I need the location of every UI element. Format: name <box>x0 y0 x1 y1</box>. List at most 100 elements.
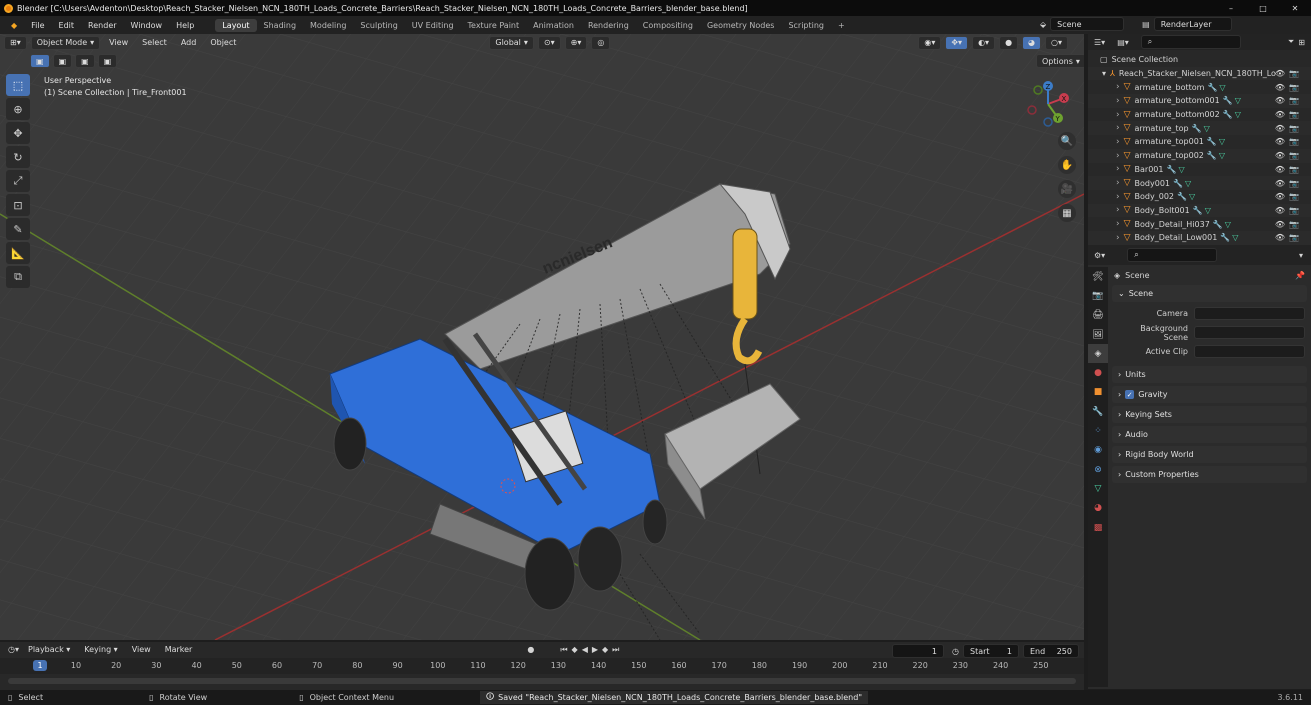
frame-ruler[interactable]: 10 20 30 40 50 60 70 80 90 100 110 120 130 140 150 160 1… <box>0 658 1084 674</box>
outliner-search-input[interactable]: ⌕ <box>1140 35 1241 49</box>
visibility-icon[interactable]: 👁📷 <box>1275 179 1303 188</box>
tab-layout[interactable]: Layout <box>215 18 257 32</box>
menu-playback[interactable]: Playback ▾ <box>23 645 75 654</box>
options-dropdown[interactable]: Options ▾ <box>1036 54 1084 68</box>
minimize-button[interactable]: – <box>1215 4 1247 13</box>
visibility-icon[interactable]: 👁📷 <box>1275 151 1303 160</box>
visibility-icon[interactable]: 👁📷 <box>1275 69 1303 78</box>
expand-chevron-icon[interactable]: › <box>1116 82 1120 92</box>
jump-start-icon[interactable]: ⏮ <box>560 645 567 655</box>
scene-collection-row[interactable]: ▢ Scene Collection <box>1088 53 1311 67</box>
menu-timeline-view[interactable]: View <box>127 645 156 654</box>
visibility-icon[interactable]: ◉▾ <box>918 35 942 50</box>
clock-icon[interactable]: ◷ <box>952 647 959 656</box>
expand-chevron-icon[interactable]: › <box>1116 178 1120 188</box>
menu-view[interactable]: View <box>104 38 133 47</box>
scene-name-field[interactable]: Scene <box>1050 17 1125 31</box>
expand-chevron-icon[interactable]: › <box>1116 151 1120 161</box>
custom-properties-panel[interactable]: › Custom Properties <box>1112 466 1307 483</box>
maximize-button[interactable]: □ <box>1247 4 1279 13</box>
chevron-down-icon[interactable]: ▾ <box>1299 251 1303 260</box>
cursor-icon[interactable]: ⊕ <box>6 98 30 120</box>
expand-chevron-icon[interactable]: › <box>1116 219 1120 229</box>
transform-icon[interactable]: ⊡ <box>6 194 30 216</box>
prev-keyframe-icon[interactable]: ◆ <box>572 645 578 654</box>
timeline-editor-icon[interactable]: ◷▾ <box>8 645 19 654</box>
expand-chevron-icon[interactable]: › <box>1116 123 1120 133</box>
annotate-icon[interactable]: ✎ <box>6 218 30 240</box>
properties-search-input[interactable]: ⌕ <box>1127 248 1218 262</box>
menu-object[interactable]: Object <box>205 38 241 47</box>
properties-editor-icon[interactable]: ⚙▾ <box>1094 251 1105 260</box>
gravity-panel[interactable]: › ✓ Gravity <box>1112 386 1307 403</box>
outliner-item[interactable]: › ▽ armature_bottom002 🔧 ▽ 👁📷 <box>1088 108 1311 122</box>
select-extend-icon[interactable]: ▣ <box>52 54 73 68</box>
orientation-dropdown[interactable]: Global ▾ <box>489 35 534 50</box>
outliner-item[interactable]: › ▽ Body_Bolt001 🔧 ▽ 👁📷 <box>1088 203 1311 218</box>
object-tab-icon[interactable]: ■ <box>1088 383 1108 402</box>
scene-tab-icon[interactable]: ◈ <box>1088 344 1108 364</box>
shading-rendered-icon[interactable]: ○▾ <box>1045 35 1069 50</box>
tab-uv-editing[interactable]: UV Editing <box>405 19 461 32</box>
filter-icon[interactable]: ⏷ <box>1288 37 1294 47</box>
blender-menu-icon[interactable]: ◆ <box>4 21 24 30</box>
3d-viewport[interactable]: ncnielsen ⊞▾ Object Mode ▾ View Select A… <box>0 34 1084 640</box>
expand-chevron-icon[interactable]: › <box>1116 96 1120 106</box>
tab-geometry-nodes[interactable]: Geometry Nodes <box>700 19 781 32</box>
outliner-item[interactable]: › ▽ armature_top001 🔧 ▽ 👁📷 <box>1088 135 1311 149</box>
particles-tab-icon[interactable]: ⁘ <box>1088 421 1108 440</box>
pin-icon[interactable]: 📌 <box>1295 271 1305 280</box>
record-icon[interactable]: ● <box>527 645 534 654</box>
select-invert-icon[interactable]: ▣ <box>97 54 118 68</box>
tab-compositing[interactable]: Compositing <box>636 19 700 32</box>
tool-tab-icon[interactable]: 🛠 <box>1088 267 1108 286</box>
display-mode-icon[interactable]: ▤▾ <box>1117 38 1129 47</box>
visibility-icon[interactable]: 👁📷 <box>1275 96 1303 105</box>
timeline-scrollbar[interactable] <box>8 678 1076 684</box>
navigation-gizmo[interactable]: X Y Z <box>1024 78 1072 128</box>
tab-rendering[interactable]: Rendering <box>581 19 636 32</box>
tab-texture-paint[interactable]: Texture Paint <box>461 19 527 32</box>
data-tab-icon[interactable]: ▽ <box>1088 479 1108 498</box>
menu-help[interactable]: Help <box>169 21 201 30</box>
expand-chevron-icon[interactable]: › <box>1116 192 1120 202</box>
modifier-tab-icon[interactable]: 🔧 <box>1088 402 1108 421</box>
output-tab-icon[interactable]: 🖨 <box>1088 306 1108 325</box>
new-collection-icon[interactable]: ⊞ <box>1298 38 1305 47</box>
visibility-icon[interactable]: 👁📷 <box>1275 233 1303 242</box>
outliner-item[interactable]: › ▽ armature_bottom001 🔧 ▽ 👁📷 <box>1088 94 1311 108</box>
jump-end-icon[interactable]: ⏭ <box>612 645 619 655</box>
shading-material-icon[interactable]: ◕ <box>1022 35 1042 50</box>
close-button[interactable]: ✕ <box>1279 4 1311 13</box>
menu-marker[interactable]: Marker <box>160 645 198 654</box>
proportional-edit-icon[interactable]: ◎ <box>591 35 611 50</box>
camera-field[interactable] <box>1194 307 1305 320</box>
view-layer-field[interactable]: RenderLayer <box>1153 17 1232 31</box>
shading-solid-icon[interactable]: ● <box>999 35 1019 50</box>
playhead[interactable]: 1 <box>33 660 47 671</box>
ortho-grid-icon[interactable]: ▦ <box>1058 204 1076 222</box>
view-layer-tab-icon[interactable]: 🖼 <box>1088 325 1108 344</box>
outliner-item[interactable]: › ▽ armature_top 🔧 ▽ 👁📷 <box>1088 121 1311 136</box>
physics-tab-icon[interactable]: ◉ <box>1088 441 1108 460</box>
editor-type-button[interactable]: ⊞▾ <box>4 35 27 50</box>
menu-window[interactable]: Window <box>124 21 170 30</box>
visibility-icon[interactable]: 👁📷 <box>1275 220 1303 229</box>
mode-dropdown[interactable]: Object Mode ▾ <box>30 35 101 50</box>
tab-sculpting[interactable]: Sculpting <box>353 19 404 32</box>
outliner-item[interactable]: › ▽ Bar001 🔧 ▽ 👁📷 <box>1088 163 1311 177</box>
select-new-icon[interactable]: ▣ <box>30 54 50 68</box>
audio-panel[interactable]: › Audio <box>1112 426 1307 443</box>
menu-keying[interactable]: Keying ▾ <box>79 645 122 654</box>
menu-add[interactable]: Add <box>176 38 202 47</box>
expand-chevron-icon[interactable]: ▾ <box>1102 69 1106 78</box>
pan-hand-icon[interactable]: ✋ <box>1058 156 1076 174</box>
outliner-item[interactable]: › ▽ Body_002 🔧 ▽ 👁📷 <box>1088 190 1311 204</box>
visibility-icon[interactable]: 👁📷 <box>1275 110 1303 119</box>
rigid-body-world-panel[interactable]: › Rigid Body World <box>1112 446 1307 463</box>
scene-panel-header[interactable]: ⌄ Scene <box>1112 285 1307 302</box>
camera-icon[interactable]: 🎥 <box>1058 180 1076 198</box>
expand-chevron-icon[interactable]: › <box>1116 205 1120 215</box>
outliner-editor-icon[interactable]: ☰▾ <box>1094 38 1105 47</box>
tab-modeling[interactable]: Modeling <box>303 19 353 32</box>
